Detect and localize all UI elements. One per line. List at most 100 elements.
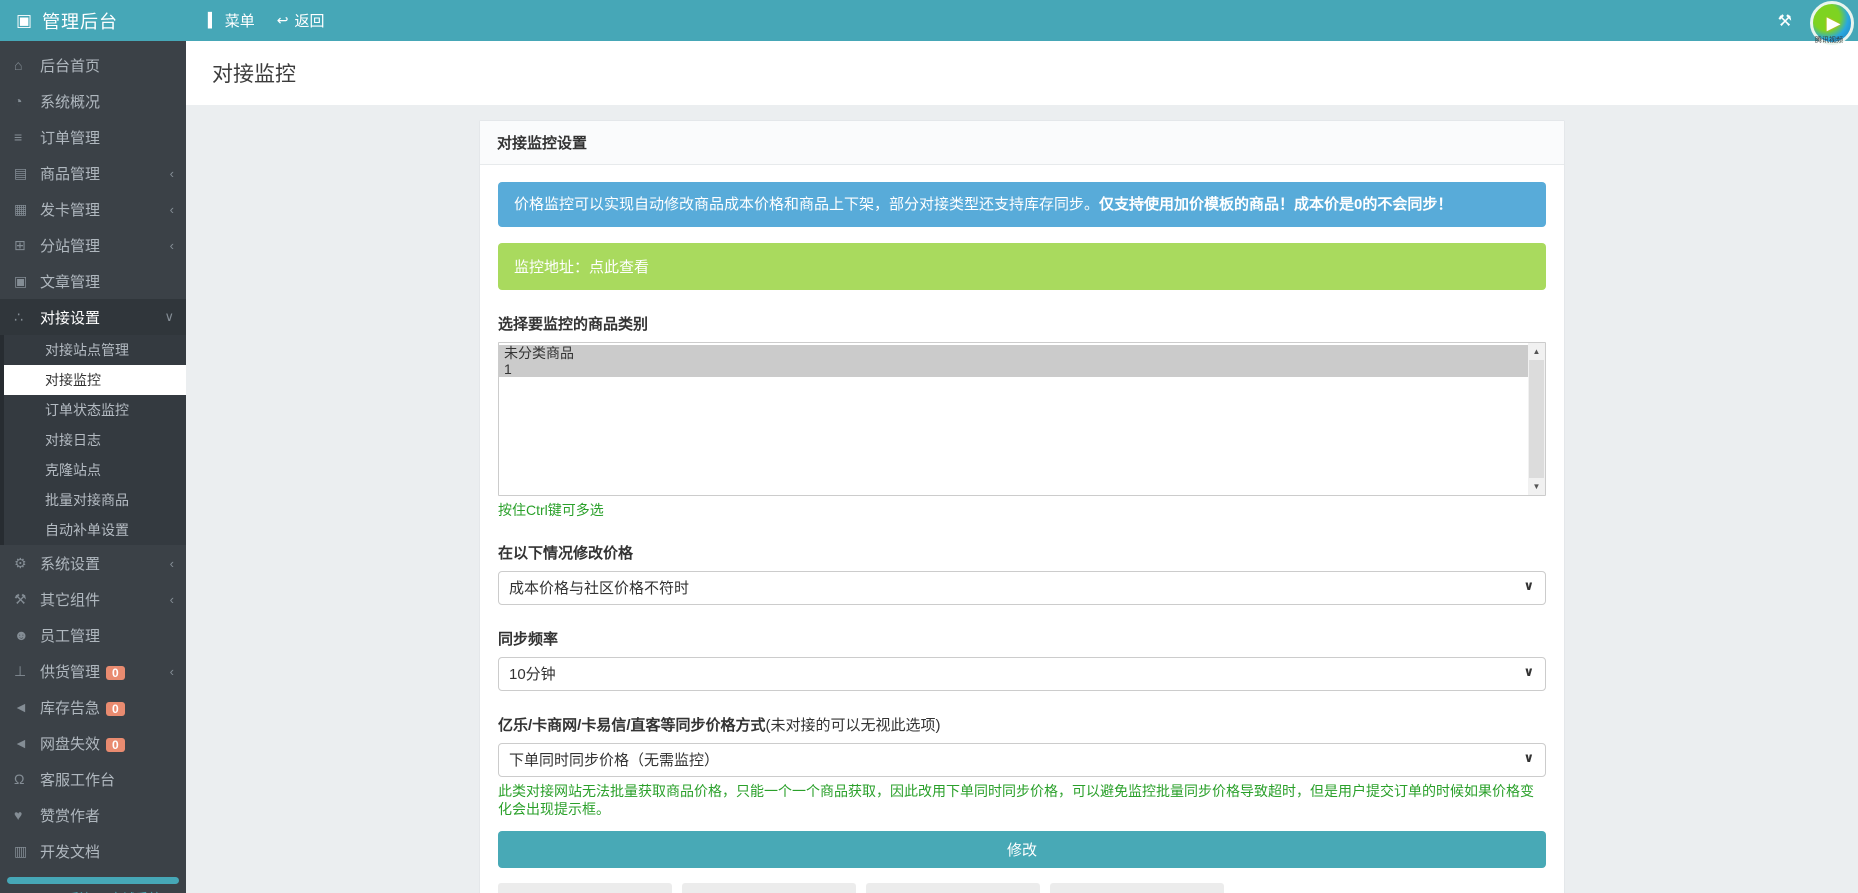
- submenu-item-order-status-monitor[interactable]: 订单状态监控: [4, 395, 186, 425]
- submenu-item-auto-reorder[interactable]: 自动补单设置: [4, 515, 186, 545]
- sidebar-item-system-settings[interactable]: ⚙ 系统设置 ‹: [0, 545, 186, 581]
- submenu-item-docking-monitor[interactable]: 对接监控: [4, 365, 186, 395]
- sidebar-nav: ⌂ 后台首页 ◔ 系统概况 ≡ 订单管理 ▤ 商品管理 ‹ ▦ 发卡管理 ‹ ⊞…: [0, 41, 186, 893]
- sidebar-item-overview[interactable]: ◔ 系统概况: [0, 83, 186, 119]
- back-button[interactable]: ↩ 返回: [277, 10, 325, 31]
- category-label: 选择要监控的商品类别: [498, 313, 1546, 334]
- page-title: 对接监控: [212, 58, 296, 88]
- chevron-down-icon: ∨: [164, 309, 174, 325]
- info-alert: 价格监控可以实现自动修改商品成本价格和商品上下架，部分对接类型还支持库存同步。仅…: [498, 182, 1546, 227]
- avatar-watermark: 腾讯视频: [1815, 35, 1843, 45]
- play-icon: ▶: [1827, 13, 1841, 34]
- card-title: 对接监控设置: [497, 135, 587, 152]
- cube-icon: ▣: [16, 11, 32, 31]
- chevron-left-icon: ‹: [170, 556, 174, 571]
- sidebar-item-netdisk-invalid[interactable]: ◄ 网盘失效0: [0, 725, 186, 761]
- top-header: ▣ 管理后台 ▍ 菜单 ↩ 返回 ⚒: [0, 0, 1858, 41]
- sidebar-item-dev-docs[interactable]: ▥ 开发文档: [0, 833, 186, 869]
- frequency-label: 同步频率: [498, 628, 1546, 649]
- settings-card: 对接监控设置 价格监控可以实现自动修改商品成本价格和商品上下架，部分对接类型还支…: [479, 120, 1565, 893]
- frequency-select[interactable]: 10分钟: [498, 657, 1546, 691]
- sidebar-item-staff[interactable]: ☻ 员工管理: [0, 617, 186, 653]
- sidebar-item-stock-alert[interactable]: ◄ 库存告急0: [0, 689, 186, 725]
- stock-alert-badge: 0: [106, 702, 125, 716]
- netdisk-badge: 0: [106, 738, 125, 752]
- card-header: 对接监控设置: [480, 121, 1564, 165]
- method-hint: 此类对接网站无法批量获取商品价格，只能一个一个商品获取，因此改用下单同时同步价格…: [498, 782, 1546, 818]
- list-icon: ≡: [14, 129, 40, 145]
- back-label: 返回: [295, 10, 325, 31]
- reply-icon: ↩: [277, 12, 289, 29]
- copyright: 2025 © 彩虹云商城系统: [0, 888, 186, 893]
- heart-icon: ♥: [14, 807, 40, 823]
- sidebar-item-orders[interactable]: ≡ 订单管理: [0, 119, 186, 155]
- sync-name-button[interactable]: 立即同步一次商品名称: [866, 883, 1040, 893]
- grid-icon: ▦: [14, 201, 40, 218]
- scroll-up-icon[interactable]: ▲: [1528, 343, 1545, 360]
- menu-icon: ▍: [208, 12, 219, 29]
- book-icon: ▣: [14, 273, 40, 290]
- sidebar-item-docking-settings[interactable]: ∴ 对接设置 ∨: [0, 299, 186, 335]
- main-content: 对接监控 对接监控设置 价格监控可以实现自动修改商品成本价格和商品上下架，部分对…: [186, 41, 1858, 893]
- wrench-icon[interactable]: ⚒: [1778, 11, 1792, 31]
- listbox-option[interactable]: 未分类商品: [499, 345, 1528, 361]
- condition-select[interactable]: 成本价格与社区价格不符时: [498, 571, 1546, 605]
- sidebar-item-home[interactable]: ⌂ 后台首页: [0, 47, 186, 83]
- brand-title: 管理后台: [42, 8, 118, 34]
- sidebar-item-substations[interactable]: ⊞ 分站管理 ‹: [0, 227, 186, 263]
- brand[interactable]: ▣ 管理后台: [0, 0, 186, 41]
- submenu-item-clone-site[interactable]: 克隆站点: [4, 455, 186, 485]
- chevron-left-icon: ‹: [170, 238, 174, 253]
- method-select[interactable]: 下单同时同步价格（无需监控）: [498, 743, 1546, 777]
- submenu-item-docking-logs[interactable]: 对接日志: [4, 425, 186, 455]
- submenu-item-docking-sites[interactable]: 对接站点管理: [4, 335, 186, 365]
- menu-label: 菜单: [225, 10, 255, 31]
- sidebar-item-articles[interactable]: ▣ 文章管理: [0, 263, 186, 299]
- cart-icon: ▤: [14, 165, 40, 182]
- user-icon: ☻: [14, 627, 40, 643]
- dashboard-icon: ◔: [14, 93, 40, 109]
- method-label: 亿乐/卡商网/卡易信/直客等同步价格方式(未对接的可以无视此选项): [498, 714, 1546, 735]
- chevron-left-icon: ‹: [170, 166, 174, 181]
- user-avatar[interactable]: ▶ 腾讯视频: [1810, 1, 1854, 45]
- monitor-alert: 监控地址：点此查看: [498, 243, 1546, 290]
- bullhorn-icon: ◄: [14, 735, 40, 751]
- page-title-band: 对接监控: [186, 41, 1858, 105]
- sync-stock-button[interactable]: 立即同步一次商品库存: [682, 883, 856, 893]
- docs-icon: ▥: [14, 843, 40, 860]
- multiselect-hint: 按住Ctrl键可多选: [498, 501, 1546, 519]
- sync-price-button[interactable]: 立即同步一次商品价格: [498, 883, 672, 893]
- gears-icon: ⚒: [14, 591, 40, 608]
- bullhorn-icon: ◄: [14, 699, 40, 715]
- supply-icon: ⊥: [14, 663, 40, 680]
- sitemap-icon: ⊞: [14, 237, 40, 254]
- sync-tips-button[interactable]: 立即同步一次商品提示: [1050, 883, 1224, 893]
- supply-badge: 0: [106, 666, 125, 680]
- sidebar-item-donate[interactable]: ♥ 赞赏作者: [0, 797, 186, 833]
- sidebar-item-supply[interactable]: ⊥ 供货管理0 ‹: [0, 653, 186, 689]
- scrollbar-thumb[interactable]: [1529, 360, 1544, 478]
- submit-button[interactable]: 修改: [498, 831, 1546, 868]
- sidebar-item-cards[interactable]: ▦ 发卡管理 ‹: [0, 191, 186, 227]
- listbox-option[interactable]: 1: [499, 361, 1528, 377]
- sidebar-item-other-components[interactable]: ⚒ 其它组件 ‹: [0, 581, 186, 617]
- submenu-item-batch-docking[interactable]: 批量对接商品: [4, 485, 186, 515]
- chevron-left-icon: ‹: [170, 592, 174, 607]
- monitor-label: 监控地址：: [514, 259, 589, 276]
- category-listbox[interactable]: 未分类商品 1 ▲ ▼: [498, 342, 1546, 496]
- chevron-left-icon: ‹: [170, 202, 174, 217]
- sidebar-scrollbar[interactable]: [7, 877, 179, 884]
- listbox-scrollbar[interactable]: ▲ ▼: [1528, 343, 1545, 495]
- chevron-left-icon: ‹: [170, 664, 174, 679]
- menu-toggle-button[interactable]: ▍ 菜单: [208, 10, 255, 31]
- sidebar-item-products[interactable]: ▤ 商品管理 ‹: [0, 155, 186, 191]
- headset-icon: Ω: [14, 771, 40, 787]
- sync-buttons-row: 立即同步一次商品价格 立即同步一次商品库存 立即同步一次商品名称 立即同步一次商…: [498, 883, 1398, 893]
- monitor-link[interactable]: 点此查看: [589, 259, 649, 276]
- docking-submenu: 对接站点管理 对接监控 订单状态监控 对接日志 克隆站点 批量对接商品 自动补单…: [0, 335, 186, 545]
- home-icon: ⌂: [14, 57, 40, 73]
- sidebar-item-service-workbench[interactable]: Ω 客服工作台: [0, 761, 186, 797]
- scroll-down-icon[interactable]: ▼: [1528, 478, 1545, 495]
- gear-icon: ⚙: [14, 555, 40, 572]
- share-icon: ∴: [14, 309, 40, 326]
